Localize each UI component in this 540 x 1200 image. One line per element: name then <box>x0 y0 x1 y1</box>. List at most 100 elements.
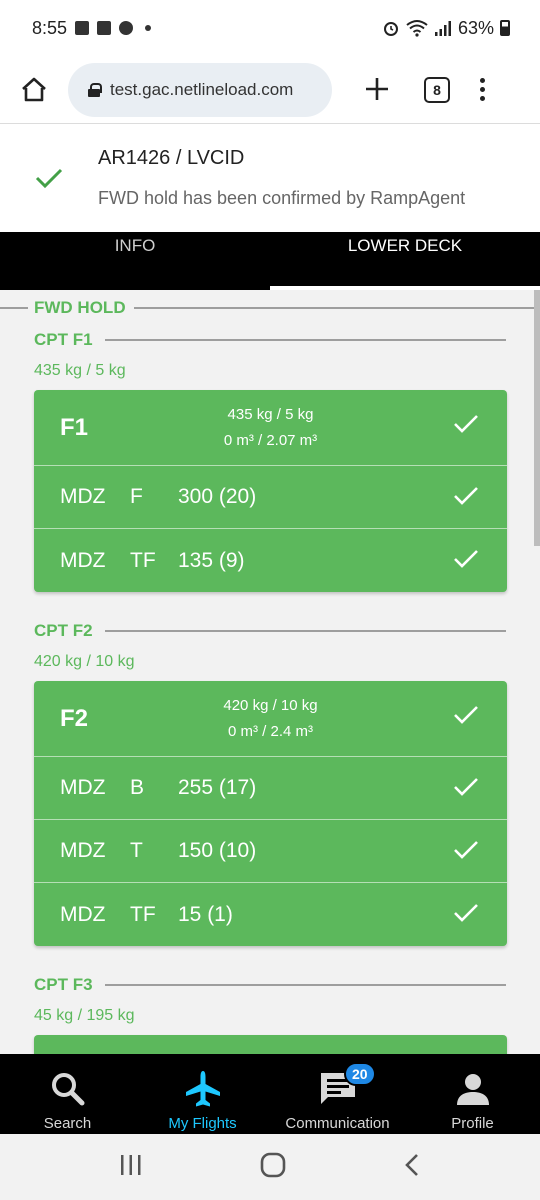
load-value: 150 (10) <box>178 839 257 862</box>
position-weight: 435 kg / 5 kg <box>227 406 314 423</box>
nav-profile-label: Profile <box>451 1115 494 1132</box>
load-destination: MDZ <box>60 839 106 862</box>
nav-my-flights-label: My Flights <box>168 1115 237 1132</box>
alarm-icon <box>383 22 398 36</box>
row-check <box>453 486 479 512</box>
plus-icon <box>366 77 388 100</box>
row-check <box>453 777 479 803</box>
divider <box>104 339 506 341</box>
load-class: TF <box>130 902 156 926</box>
notice-text: AR1426 / LVCID FWD hold has been confirm… <box>98 147 465 209</box>
signal-icon <box>434 21 451 36</box>
tab-lower-deck[interactable]: LOWER DECK <box>270 232 540 290</box>
load-row[interactable]: MDZ T 150 (10) <box>34 820 507 883</box>
load-class: F <box>130 485 143 508</box>
compartment-weight: 45 kg / 195 kg <box>34 1007 135 1024</box>
scrollbar[interactable] <box>534 290 540 546</box>
hold-title: FWD HOLD <box>34 298 126 317</box>
position-weight: 420 kg / 10 kg <box>223 697 318 714</box>
check-icon <box>454 706 478 724</box>
menu-dot-icon <box>480 96 485 101</box>
position-summary: 420 kg / 10 kg 0 m³ / 2.4 m³ <box>34 693 507 745</box>
bottom-navigation: Search My Flights 20 Communication Profi… <box>0 1054 540 1134</box>
load-destination: MDZ <box>60 902 106 926</box>
tab-count: 8 <box>433 81 441 98</box>
position-card-f1[interactable]: F1 435 kg / 5 kg 0 m³ / 2.07 m³ MDZ F 30… <box>34 390 507 592</box>
row-check <box>453 840 479 866</box>
confirmation-notice: AR1426 / LVCID FWD hold has been confirm… <box>0 124 540 232</box>
gallery-notification-icon <box>75 21 90 35</box>
youtube-notification-icon <box>97 21 112 35</box>
position-volume: 0 m³ / 2.4 m³ <box>227 723 313 740</box>
nav-communication[interactable]: 20 Communication <box>270 1054 405 1134</box>
check-icon <box>454 778 478 796</box>
check-icon <box>454 415 478 433</box>
load-row[interactable]: MDZ TF 15 (1) <box>34 883 507 946</box>
position-card-f3[interactable] <box>34 1035 507 1054</box>
home-button[interactable] <box>16 72 52 108</box>
back-chevron-icon <box>405 1153 419 1176</box>
load-row[interactable]: MDZ B 255 (17) <box>34 757 507 820</box>
unread-badge: 20 <box>344 1062 376 1086</box>
address-text: test.gac.netlineload.com <box>110 79 294 99</box>
new-tab-button[interactable] <box>362 72 392 108</box>
lock-icon <box>88 82 102 97</box>
notice-check <box>0 167 98 189</box>
load-class: B <box>130 776 145 799</box>
load-class: T <box>130 839 143 862</box>
check-icon <box>454 550 478 568</box>
load-destination: MDZ <box>60 548 106 572</box>
card-header: F2 420 kg / 10 kg 0 m³ / 2.4 m³ <box>34 681 507 757</box>
load-row[interactable]: MDZ F 300 (20) <box>34 466 507 529</box>
menu-dot-icon <box>480 78 485 83</box>
divider <box>104 984 506 986</box>
compartment-title: CPT F2 <box>34 621 93 640</box>
check-icon <box>35 168 63 189</box>
nav-profile[interactable]: Profile <box>405 1054 540 1134</box>
tab-info[interactable]: INFO <box>0 232 270 290</box>
position-card-f2[interactable]: F2 420 kg / 10 kg 0 m³ / 2.4 m³ MDZ B 25… <box>34 681 507 946</box>
compartment-header-f3: CPT F3 <box>34 975 506 995</box>
load-destination: MDZ <box>60 776 106 799</box>
row-check <box>453 549 479 575</box>
notice-title: AR1426 / LVCID <box>98 147 245 169</box>
status-right: 63% <box>382 18 510 39</box>
recent-apps-icon <box>120 1154 141 1175</box>
row-check <box>453 903 479 929</box>
nav-communication-label: Communication <box>285 1115 390 1132</box>
nav-my-flights[interactable]: My Flights <box>135 1054 270 1134</box>
nav-search[interactable]: Search <box>0 1054 135 1134</box>
status-bar: 8:55 63% <box>0 0 540 56</box>
load-value: 300 (20) <box>178 485 257 508</box>
card-check <box>453 414 479 439</box>
load-destination: MDZ <box>60 485 106 508</box>
recent-apps-button[interactable] <box>119 1154 143 1181</box>
tab-switcher-button[interactable]: 8 <box>424 76 450 103</box>
browser-menu-button[interactable] <box>480 78 485 101</box>
card-header: F1 435 kg / 5 kg 0 m³ / 2.07 m³ <box>34 390 507 466</box>
pinterest-notification-icon <box>119 21 134 35</box>
divider <box>133 307 534 309</box>
divider <box>104 630 506 632</box>
compartment-header-f2: CPT F2 <box>34 621 506 641</box>
card-check <box>453 705 479 730</box>
position-volume: 0 m³ / 2.07 m³ <box>223 432 318 449</box>
system-navigation <box>0 1134 540 1200</box>
airplane-icon <box>183 1067 223 1111</box>
status-time: 8:55 <box>32 17 68 38</box>
home-circle-icon <box>260 1152 286 1177</box>
back-button[interactable] <box>403 1153 421 1182</box>
notice-message: FWD hold has been confirmed by RampAgent <box>98 188 466 208</box>
lower-deck-content: FWD HOLD CPT F1 435 kg / 5 kg F1 435 kg … <box>0 290 540 1054</box>
home-system-button[interactable] <box>260 1152 286 1183</box>
address-bar[interactable]: test.gac.netlineload.com <box>68 62 332 117</box>
compartment-title: CPT F1 <box>34 330 93 349</box>
nav-search-label: Search <box>43 1115 92 1132</box>
divider <box>0 307 28 309</box>
load-row[interactable]: MDZ TF 135 (9) <box>34 529 507 592</box>
more-notifications-dot-icon <box>145 25 152 31</box>
compartment-weight: 435 kg / 5 kg <box>34 362 126 379</box>
compartment-header-f1: CPT F1 <box>34 330 506 350</box>
load-value: 15 (1) <box>178 902 233 926</box>
battery-icon <box>500 20 510 36</box>
